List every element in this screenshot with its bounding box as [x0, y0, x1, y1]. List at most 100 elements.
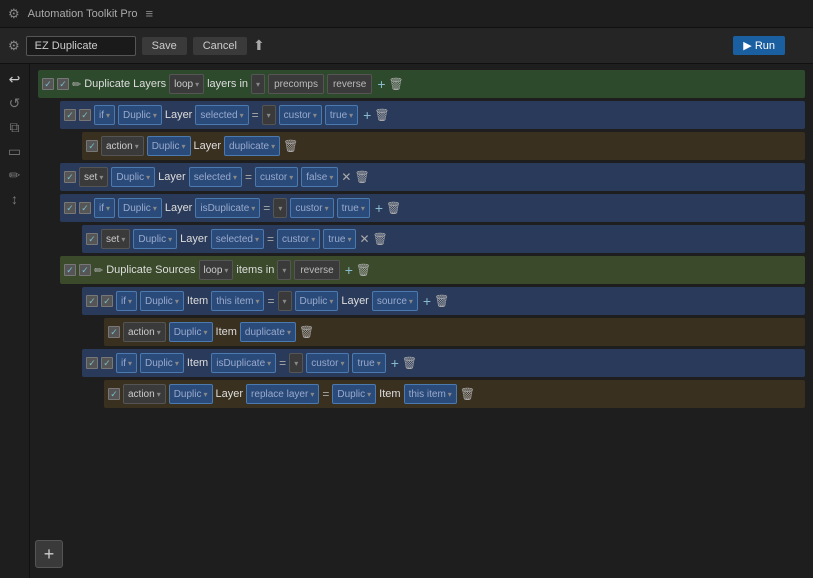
dropdown-action-11[interactable]: action ▾: [123, 384, 166, 404]
save-button[interactable]: Save: [142, 37, 187, 55]
pencil-icon-7[interactable]: ✏: [94, 264, 103, 277]
plus-button-7[interactable]: +: [345, 262, 353, 278]
dropdown-duplicate-3[interactable]: duplicate ▾: [224, 136, 280, 156]
checkbox-11[interactable]: [108, 388, 120, 400]
rect-icon[interactable]: ▭: [8, 144, 21, 158]
trash-button-7[interactable]: 🗑: [356, 263, 371, 277]
dropdown-selected-6[interactable]: selected ▾: [211, 229, 264, 249]
checkbox-4[interactable]: [64, 171, 76, 183]
menu-icon[interactable]: ≡: [146, 6, 154, 21]
trash-button-3[interactable]: 🗑: [283, 139, 298, 153]
script-name-input[interactable]: [26, 36, 136, 56]
checkbox-1a[interactable]: [42, 78, 54, 90]
dropdown-loop-1[interactable]: loop ▾: [169, 74, 204, 94]
dropdown-duplic-4[interactable]: Duplic ▾: [111, 167, 155, 187]
trash-button-9[interactable]: 🗑: [299, 325, 314, 339]
checkbox-10b[interactable]: [101, 357, 113, 369]
x-button-6[interactable]: ✕: [359, 232, 369, 246]
dropdown-custor-6[interactable]: custor ▾: [277, 229, 320, 249]
checkbox-5a[interactable]: [64, 202, 76, 214]
dropdown-thisitem-8[interactable]: this item ▾: [211, 291, 264, 311]
dropdown-duplic-5[interactable]: Duplic ▾: [118, 198, 162, 218]
plus-button-8[interactable]: +: [423, 293, 431, 309]
dropdown-if-5[interactable]: if ▾: [94, 198, 115, 218]
trash-button-5[interactable]: 🗑: [386, 201, 401, 215]
dropdown-layers-1[interactable]: ▾: [251, 74, 265, 94]
checkbox-1b[interactable]: [57, 78, 69, 90]
dropdown-if-10[interactable]: if ▾: [116, 353, 137, 373]
dropdown-eq-8[interactable]: ▾: [278, 291, 292, 311]
dropdown-thisitem-11[interactable]: this item ▾: [404, 384, 457, 404]
dropdown-false-4[interactable]: false ▾: [301, 167, 338, 187]
pencil-icon-1[interactable]: ✏: [72, 78, 81, 91]
trash-button-4[interactable]: 🗑: [354, 170, 369, 184]
trash-button-6[interactable]: 🗑: [373, 232, 388, 246]
trash-button-10[interactable]: 🗑: [402, 356, 417, 370]
dropdown-true-6[interactable]: true ▾: [323, 229, 356, 249]
checkbox-6[interactable]: [86, 233, 98, 245]
dropdown-custor-4[interactable]: custor ▾: [255, 167, 298, 187]
checkbox-5b[interactable]: [79, 202, 91, 214]
dropdown-if-2[interactable]: if ▾: [94, 105, 115, 125]
dropdown-if-8[interactable]: if ▾: [116, 291, 137, 311]
pen-icon[interactable]: ✏: [9, 168, 21, 182]
dropdown-duplic-8b[interactable]: Duplic ▾: [295, 291, 339, 311]
layers-icon[interactable]: ⧉: [10, 120, 20, 134]
dropdown-selected-4[interactable]: selected ▾: [189, 167, 242, 187]
dropdown-source-8[interactable]: source ▾: [372, 291, 418, 311]
checkbox-3[interactable]: [86, 140, 98, 152]
dropdown-loop-7[interactable]: loop ▾: [199, 260, 234, 280]
dropdown-eq-5[interactable]: ▾: [273, 198, 287, 218]
plus-button-1[interactable]: +: [377, 76, 385, 92]
dropdown-items-7[interactable]: ▾: [277, 260, 291, 280]
dropdown-action-9[interactable]: action ▾: [123, 322, 166, 342]
dropdown-custor-2[interactable]: custor ▾: [279, 105, 322, 125]
trash-button-2[interactable]: 🗑: [374, 108, 389, 122]
redo-icon[interactable]: ↺: [9, 96, 21, 110]
dropdown-set-6[interactable]: set ▾: [101, 229, 130, 249]
sort-icon[interactable]: ↕: [11, 192, 18, 206]
dropdown-duplic-11b[interactable]: Duplic ▾: [332, 384, 376, 404]
dropdown-eq-10[interactable]: ▾: [289, 353, 303, 373]
plus-button-5[interactable]: +: [375, 200, 383, 216]
checkbox-10a[interactable]: [86, 357, 98, 369]
cancel-button[interactable]: Cancel: [193, 37, 247, 55]
dropdown-isduplicate-5[interactable]: isDuplicate ▾: [195, 198, 260, 218]
dropdown-duplic-11a[interactable]: Duplic ▾: [169, 384, 213, 404]
trash-button-1[interactable]: 🗑: [389, 77, 404, 91]
checkbox-2b[interactable]: [79, 109, 91, 121]
plus-button-2[interactable]: +: [363, 107, 371, 123]
x-button-4[interactable]: ✕: [341, 170, 351, 184]
dropdown-eq-2[interactable]: ▾: [262, 105, 276, 125]
undo-icon[interactable]: ↩: [9, 72, 21, 86]
dropdown-duplic-9[interactable]: Duplic ▾: [169, 322, 213, 342]
dropdown-set-4[interactable]: set ▾: [79, 167, 108, 187]
dropdown-isduplicate-10[interactable]: isDuplicate ▾: [211, 353, 276, 373]
dropdown-duplic-8a[interactable]: Duplic ▾: [140, 291, 184, 311]
dropdown-custor-5[interactable]: custor ▾: [290, 198, 333, 218]
dropdown-duplic-10[interactable]: Duplic ▾: [140, 353, 184, 373]
plus-button-10[interactable]: +: [391, 355, 399, 371]
dropdown-duplic-6[interactable]: Duplic ▾: [133, 229, 177, 249]
run-button[interactable]: ▶ Run: [733, 36, 785, 55]
dropdown-true-2[interactable]: true ▾: [325, 105, 358, 125]
trash-button-8[interactable]: 🗑: [434, 294, 449, 308]
checkbox-2a[interactable]: [64, 109, 76, 121]
checkbox-8b[interactable]: [101, 295, 113, 307]
trash-button-11[interactable]: 🗑: [460, 387, 475, 401]
checkbox-8a[interactable]: [86, 295, 98, 307]
dropdown-true-10[interactable]: true ▾: [352, 353, 385, 373]
checkbox-7a[interactable]: [64, 264, 76, 276]
checkbox-9[interactable]: [108, 326, 120, 338]
dropdown-duplicate-9[interactable]: duplicate ▾: [240, 322, 296, 342]
dropdown-custor-10[interactable]: custor ▾: [306, 353, 349, 373]
dropdown-selected-2[interactable]: selected ▾: [195, 105, 248, 125]
dropdown-replacelayer-11[interactable]: replace layer ▾: [246, 384, 319, 404]
checkbox-7b[interactable]: [79, 264, 91, 276]
dropdown-duplic-3[interactable]: Duplic ▾: [147, 136, 191, 156]
gear-icon[interactable]: ⚙: [8, 38, 20, 54]
dropdown-duplic-2[interactable]: Duplic ▾: [118, 105, 162, 125]
dropdown-action-3[interactable]: action ▾: [101, 136, 144, 156]
dropdown-true-5[interactable]: true ▾: [337, 198, 370, 218]
upload-icon[interactable]: ⬆: [253, 37, 265, 54]
